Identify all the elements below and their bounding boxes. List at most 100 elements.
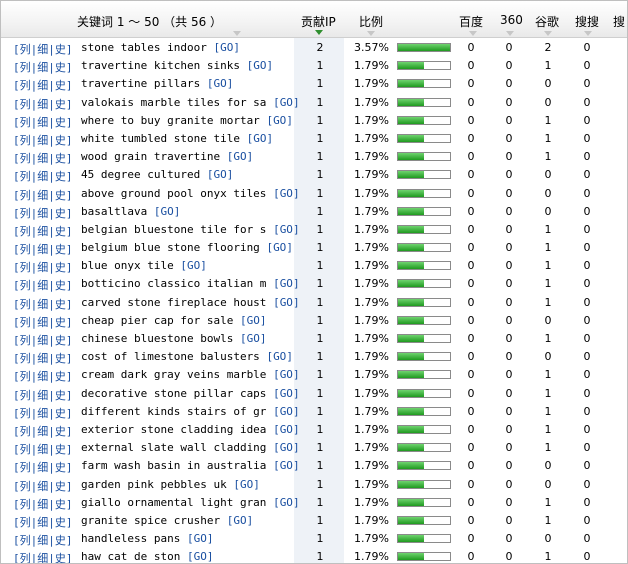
row-link-lie[interactable]: 列 bbox=[20, 407, 31, 420]
row-link-lie[interactable]: 列 bbox=[20, 298, 31, 311]
go-button[interactable]: GO bbox=[247, 314, 260, 327]
row-link-lie[interactable]: 列 bbox=[20, 43, 31, 56]
row-link-lie[interactable]: 列 bbox=[20, 98, 31, 111]
row-link-xi[interactable]: 细 bbox=[37, 480, 48, 493]
go-button[interactable]: GO bbox=[247, 332, 260, 345]
extra-column-header[interactable]: 搜 bbox=[613, 13, 625, 30]
row-link-shi[interactable]: 史 bbox=[55, 61, 66, 74]
row-link-xi[interactable]: 细 bbox=[37, 279, 48, 292]
row-link-shi[interactable]: 史 bbox=[55, 43, 66, 56]
row-link-lie[interactable]: 列 bbox=[20, 279, 31, 292]
row-link-xi[interactable]: 细 bbox=[37, 389, 48, 402]
go-button[interactable]: GO bbox=[160, 205, 173, 218]
row-link-xi[interactable]: 细 bbox=[37, 170, 48, 183]
row-link-lie[interactable]: 列 bbox=[20, 443, 31, 456]
row-link-lie[interactable]: 列 bbox=[20, 516, 31, 529]
row-link-xi[interactable]: 细 bbox=[37, 261, 48, 274]
go-button[interactable]: GO bbox=[240, 478, 253, 491]
row-link-xi[interactable]: 细 bbox=[37, 316, 48, 329]
go-button[interactable]: GO bbox=[280, 496, 293, 509]
go-button[interactable]: GO bbox=[280, 296, 293, 309]
row-link-lie[interactable]: 列 bbox=[20, 352, 31, 365]
go-button[interactable]: GO bbox=[280, 223, 293, 236]
go-button[interactable]: GO bbox=[280, 459, 293, 472]
row-link-shi[interactable]: 史 bbox=[55, 134, 66, 147]
ratio-sort-icon[interactable] bbox=[367, 31, 375, 36]
sougou-column-header[interactable]: 搜搜 bbox=[575, 13, 599, 30]
google-column-header[interactable]: 谷歌 bbox=[535, 13, 559, 30]
baidu-column-header[interactable]: 百度 bbox=[459, 13, 483, 30]
row-link-lie[interactable]: 列 bbox=[20, 389, 31, 402]
row-link-xi[interactable]: 细 bbox=[37, 370, 48, 383]
row-link-xi[interactable]: 细 bbox=[37, 407, 48, 420]
row-link-shi[interactable]: 史 bbox=[55, 389, 66, 402]
row-link-xi[interactable]: 细 bbox=[37, 443, 48, 456]
row-link-shi[interactable]: 史 bbox=[55, 298, 66, 311]
row-link-lie[interactable]: 列 bbox=[20, 116, 31, 129]
row-link-shi[interactable]: 史 bbox=[55, 461, 66, 474]
go-button[interactable]: GO bbox=[273, 114, 286, 127]
keyword-sort-icon[interactable] bbox=[233, 31, 241, 36]
row-link-xi[interactable]: 细 bbox=[37, 98, 48, 111]
go-button[interactable]: GO bbox=[280, 277, 293, 290]
baidu-sort-icon[interactable] bbox=[469, 31, 477, 36]
row-link-lie[interactable]: 列 bbox=[20, 225, 31, 238]
row-link-shi[interactable]: 史 bbox=[55, 334, 66, 347]
row-link-shi[interactable]: 史 bbox=[55, 516, 66, 529]
go-button[interactable]: GO bbox=[280, 96, 293, 109]
row-link-lie[interactable]: 列 bbox=[20, 207, 31, 220]
row-link-shi[interactable]: 史 bbox=[55, 425, 66, 438]
row-link-xi[interactable]: 细 bbox=[37, 243, 48, 256]
row-link-shi[interactable]: 史 bbox=[55, 225, 66, 238]
row-link-xi[interactable]: 细 bbox=[37, 334, 48, 347]
go-button[interactable]: GO bbox=[280, 368, 293, 381]
row-link-lie[interactable]: 列 bbox=[20, 61, 31, 74]
row-link-shi[interactable]: 史 bbox=[55, 189, 66, 202]
row-link-xi[interactable]: 细 bbox=[37, 79, 48, 92]
row-link-lie[interactable]: 列 bbox=[20, 243, 31, 256]
360-column-header[interactable]: 360 bbox=[500, 13, 523, 27]
row-link-shi[interactable]: 史 bbox=[55, 552, 66, 563]
row-link-xi[interactable]: 细 bbox=[37, 516, 48, 529]
row-link-shi[interactable]: 史 bbox=[55, 243, 66, 256]
row-link-lie[interactable]: 列 bbox=[20, 498, 31, 511]
row-link-shi[interactable]: 史 bbox=[55, 207, 66, 220]
go-button[interactable]: GO bbox=[273, 350, 286, 363]
row-link-shi[interactable]: 史 bbox=[55, 352, 66, 365]
row-link-lie[interactable]: 列 bbox=[20, 425, 31, 438]
row-link-shi[interactable]: 史 bbox=[55, 480, 66, 493]
row-link-lie[interactable]: 列 bbox=[20, 170, 31, 183]
go-button[interactable]: GO bbox=[280, 387, 293, 400]
go-button[interactable]: GO bbox=[187, 259, 200, 272]
row-link-xi[interactable]: 细 bbox=[37, 134, 48, 147]
row-link-lie[interactable]: 列 bbox=[20, 261, 31, 274]
go-button[interactable]: GO bbox=[273, 241, 286, 254]
row-link-lie[interactable]: 列 bbox=[20, 534, 31, 547]
go-button[interactable]: GO bbox=[233, 150, 246, 163]
go-button[interactable]: GO bbox=[213, 77, 226, 90]
row-link-shi[interactable]: 史 bbox=[55, 170, 66, 183]
row-link-shi[interactable]: 史 bbox=[55, 370, 66, 383]
row-link-xi[interactable]: 细 bbox=[37, 298, 48, 311]
row-link-shi[interactable]: 史 bbox=[55, 534, 66, 547]
row-link-lie[interactable]: 列 bbox=[20, 134, 31, 147]
row-link-lie[interactable]: 列 bbox=[20, 79, 31, 92]
row-link-shi[interactable]: 史 bbox=[55, 98, 66, 111]
ip-sort-active-icon[interactable] bbox=[315, 30, 323, 35]
go-button[interactable]: GO bbox=[213, 168, 226, 181]
go-button[interactable]: GO bbox=[233, 514, 246, 527]
go-button[interactable]: GO bbox=[194, 550, 207, 563]
row-link-xi[interactable]: 细 bbox=[37, 461, 48, 474]
go-button[interactable]: GO bbox=[280, 441, 293, 454]
row-link-lie[interactable]: 列 bbox=[20, 334, 31, 347]
ip-column-header[interactable]: 贡献IP bbox=[301, 13, 336, 30]
row-link-xi[interactable]: 细 bbox=[37, 61, 48, 74]
go-button[interactable]: GO bbox=[253, 132, 266, 145]
row-link-lie[interactable]: 列 bbox=[20, 461, 31, 474]
row-link-shi[interactable]: 史 bbox=[55, 407, 66, 420]
row-link-shi[interactable]: 史 bbox=[55, 79, 66, 92]
row-link-xi[interactable]: 细 bbox=[37, 552, 48, 563]
row-link-lie[interactable]: 列 bbox=[20, 152, 31, 165]
row-link-lie[interactable]: 列 bbox=[20, 552, 31, 563]
row-link-xi[interactable]: 细 bbox=[37, 116, 48, 129]
